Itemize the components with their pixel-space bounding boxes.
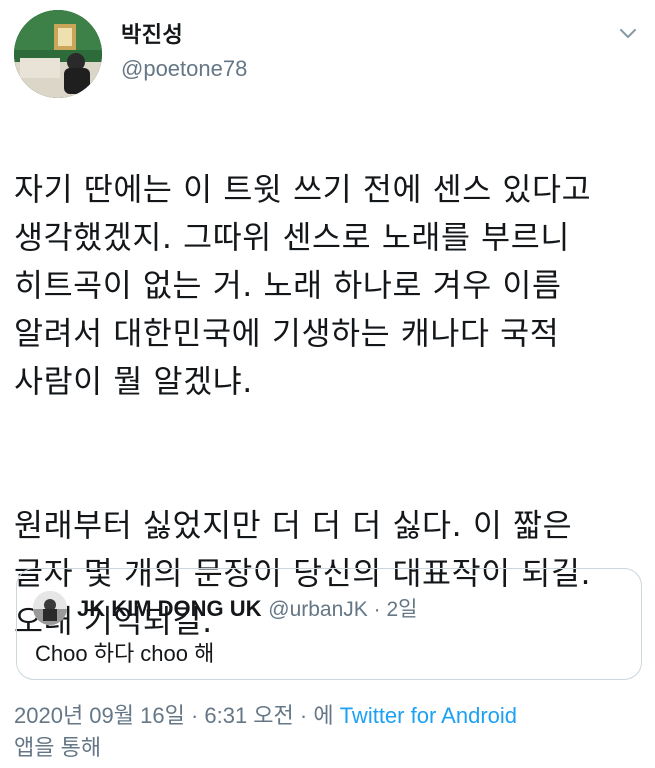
avatar[interactable] <box>14 10 102 98</box>
tweet-source-suffix: 앱을 통해 <box>14 735 102 760</box>
author-display-name[interactable]: 박진성 <box>121 17 183 49</box>
quoted-handle[interactable]: @urbanJK <box>268 598 368 621</box>
quoted-separator: · <box>367 598 387 621</box>
chevron-down-icon[interactable] <box>617 22 639 44</box>
author-handle[interactable]: @poetone78 <box>121 56 247 82</box>
tweet-source-link[interactable]: Twitter for Android <box>340 703 517 728</box>
quoted-text: Choo 하다 choo 해 <box>35 641 215 666</box>
tweet-meta: 2020년 09월 16일 · 6:31 오전 · 에 Twitter for … <box>14 700 644 764</box>
avatar-image <box>14 10 102 98</box>
tweet-datetime[interactable]: 2020년 09월 16일 · 6:31 오전 · 에 <box>14 703 340 728</box>
quoted-tweet-card[interactable]: JK KIM DONG UK @urbanJK · 2일 Choo 하다 cho… <box>16 568 642 680</box>
quoted-time: 2일 <box>386 598 418 621</box>
quoted-avatar[interactable] <box>33 591 67 625</box>
quoted-avatar-image <box>33 591 67 625</box>
tweet-text: 자기 딴에는 이 트윗 쓰기 전에 센스 있다고 생각했겠지. 그따위 센스로 … <box>14 118 644 646</box>
quoted-header: JK KIM DONG UK @urbanJK · 2일 <box>77 593 417 623</box>
tweet-paragraph-1: 자기 딴에는 이 트윗 쓰기 전에 센스 있다고 생각했겠지. 그따위 센스로 … <box>14 172 592 400</box>
quoted-display-name[interactable]: JK KIM DONG UK <box>77 596 262 621</box>
tweet: 박진성 @poetone78 자기 딴에는 이 트윗 쓰기 전에 센스 있다고 … <box>0 0 655 768</box>
